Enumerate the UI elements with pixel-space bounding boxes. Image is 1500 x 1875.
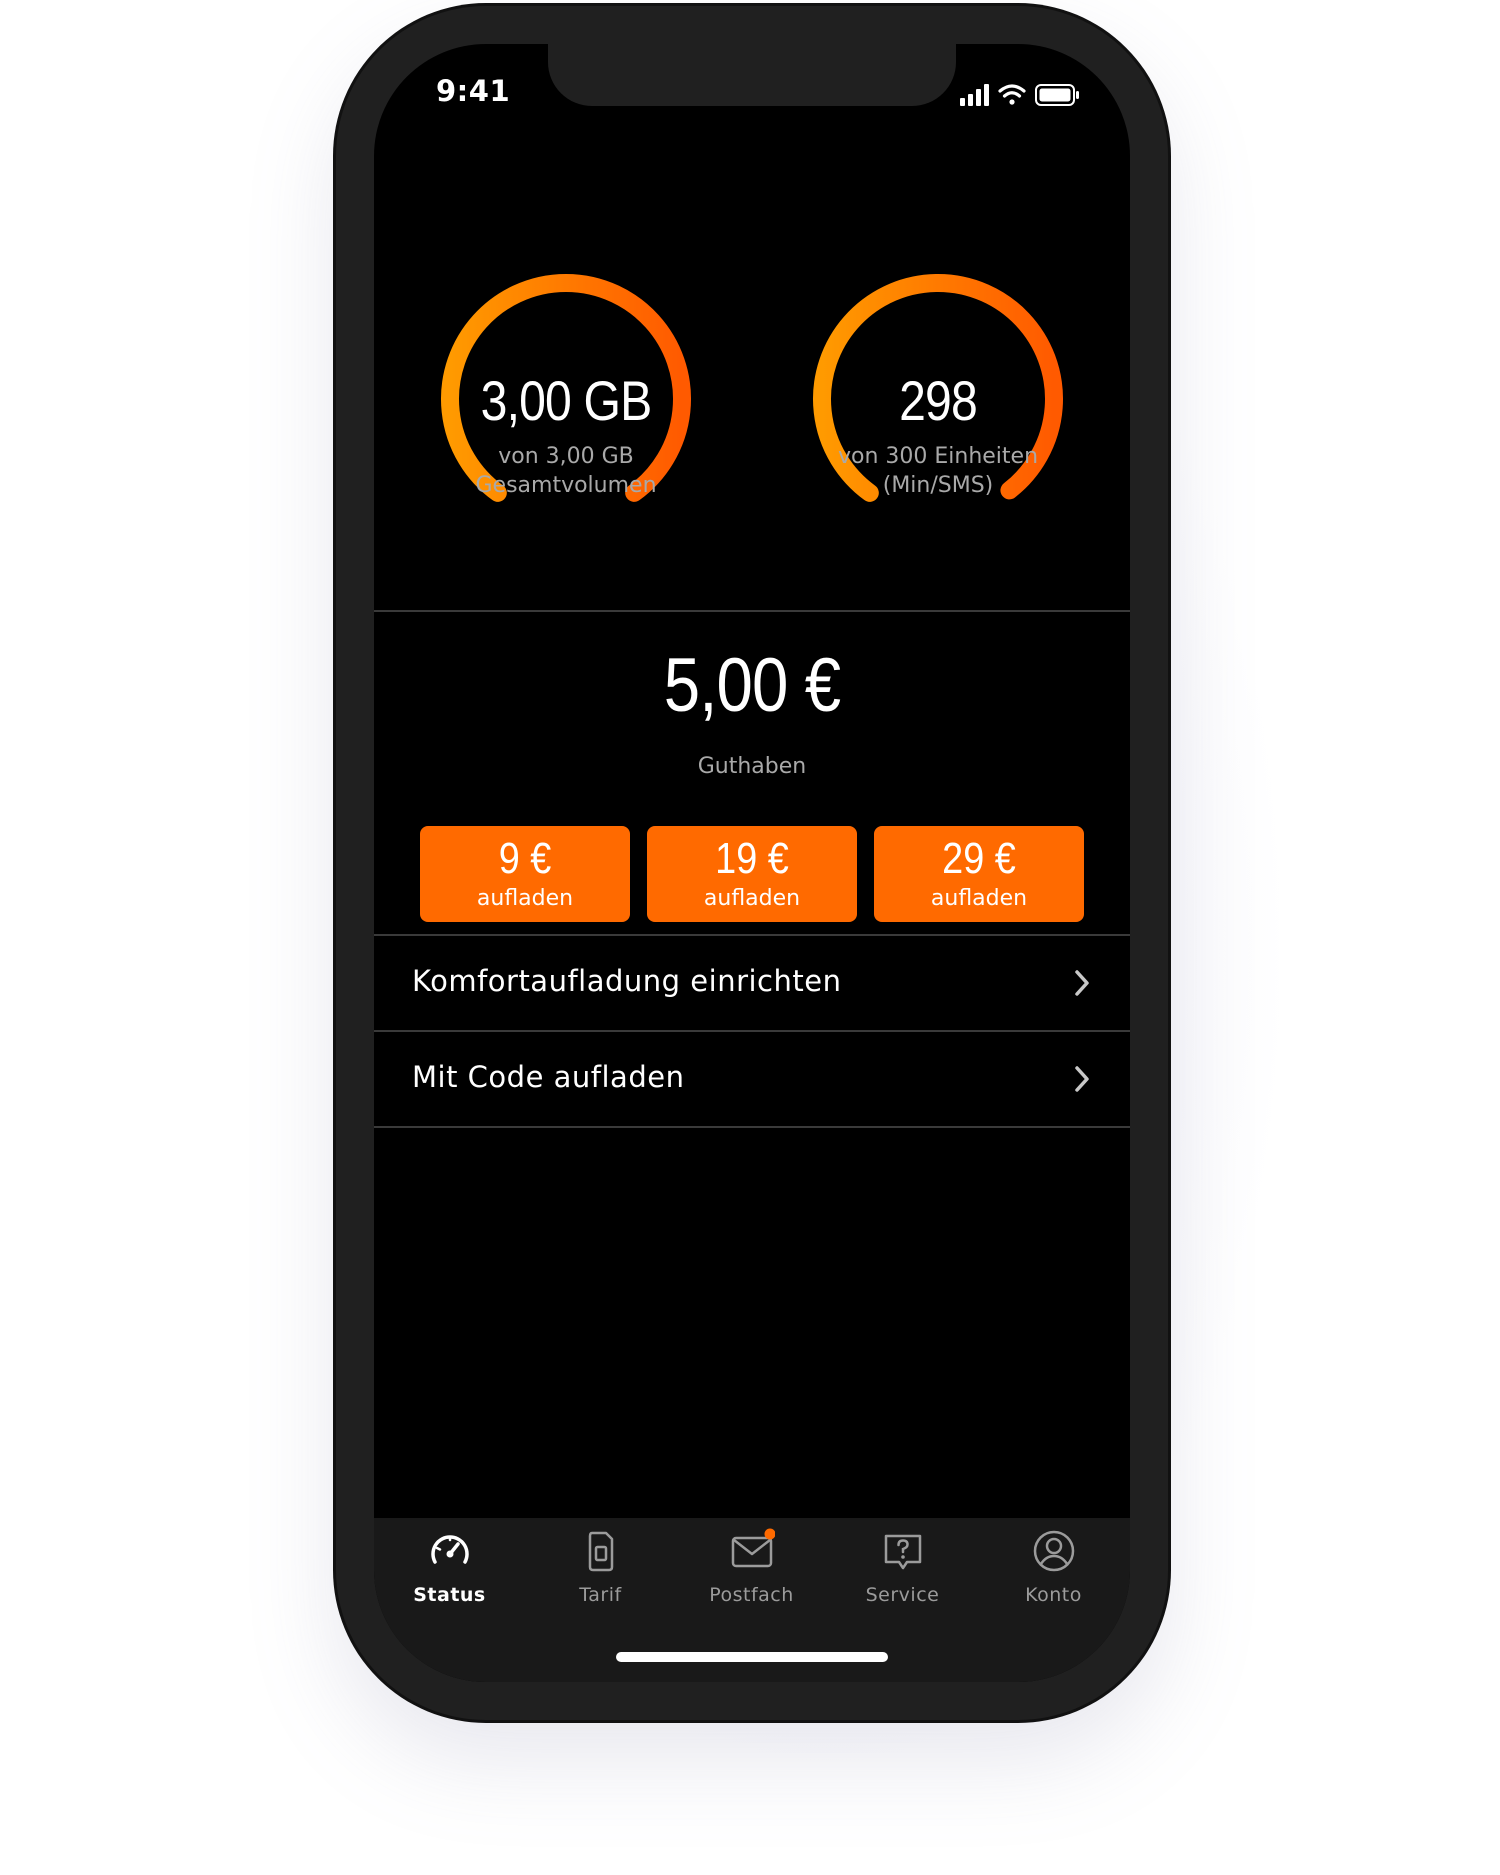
app-screen: 9:41 3,00 GB von 3,00 GB Gesamtvolumen 2… xyxy=(374,44,1130,1682)
topup-label: aufladen xyxy=(703,886,801,911)
gauge-subtitle-line: von 300 Einheiten xyxy=(837,444,1039,469)
phone-frame: 9:41 3,00 GB von 3,00 GB Gesamtvolumen 2… xyxy=(336,6,1168,1720)
help-bubble-icon xyxy=(884,1534,922,1570)
gauge-subtitle: von 300 Einheiten (Min/SMS) xyxy=(768,442,1108,500)
gauge-subtitle: von 3,00 GB Gesamtvolumen xyxy=(396,442,736,500)
mail-icon xyxy=(731,1528,775,1568)
list-item-label: Komfortaufladung einrichten xyxy=(412,964,842,998)
tab-label: Status xyxy=(413,1584,486,1606)
home-indicator[interactable] xyxy=(616,1652,888,1662)
balance-value: 5,00 € xyxy=(663,643,841,728)
tab-konto[interactable]: Konto xyxy=(978,1518,1129,1618)
tab-tarif[interactable]: Tarif xyxy=(525,1518,676,1618)
topup-label: aufladen xyxy=(930,886,1028,911)
speedometer-icon xyxy=(431,1535,469,1564)
chevron-right-icon xyxy=(1075,1066,1089,1092)
tab-label: Konto xyxy=(1025,1584,1082,1606)
cellular-signal-icon xyxy=(960,84,989,106)
sim-card-icon xyxy=(588,1531,614,1572)
minutes-sms-gauge: 298 von 300 Einheiten (Min/SMS) xyxy=(768,264,1108,564)
divider xyxy=(374,1126,1130,1128)
chevron-right-icon xyxy=(1075,970,1089,996)
list-item-label: Mit Code aufladen xyxy=(412,1060,685,1094)
status-time: 9:41 xyxy=(436,74,511,108)
tab-status[interactable]: Status xyxy=(374,1518,525,1618)
gauge-value: 298 xyxy=(899,369,978,432)
notch xyxy=(548,44,956,106)
gauge-subtitle-line: von 3,00 GB xyxy=(498,444,634,469)
topup-amount: 19 € xyxy=(715,834,789,883)
gauge-subtitle-line: Gesamtvolumen xyxy=(475,473,657,498)
list-item-code-aufladen[interactable]: Mit Code aufladen xyxy=(374,1032,1130,1126)
tab-label: Postfach xyxy=(709,1584,794,1606)
list-item-komfortaufladung[interactable]: Komfortaufladung einrichten xyxy=(374,936,1130,1030)
tab-service[interactable]: Service xyxy=(827,1518,978,1618)
notification-badge xyxy=(764,1528,775,1540)
topup-19-button[interactable]: 19 € aufladen xyxy=(647,826,857,922)
topup-label: aufladen xyxy=(476,886,574,911)
account-icon xyxy=(1033,1530,1075,1572)
gauge-subtitle-line: (Min/SMS) xyxy=(882,473,994,498)
gauge-value: 3,00 GB xyxy=(480,369,653,432)
wifi-icon xyxy=(998,84,1026,105)
battery-icon xyxy=(1035,84,1079,106)
tab-label: Tarif xyxy=(579,1584,622,1606)
tab-label: Service xyxy=(865,1584,940,1606)
data-volume-gauge: 3,00 GB von 3,00 GB Gesamtvolumen xyxy=(396,264,736,564)
divider xyxy=(374,610,1130,612)
balance-label: Guthaben xyxy=(697,754,807,779)
topup-9-button[interactable]: 9 € aufladen xyxy=(420,826,630,922)
topup-29-button[interactable]: 29 € aufladen xyxy=(874,826,1084,922)
topup-amount: 29 € xyxy=(942,834,1016,883)
tab-postfach[interactable]: Postfach xyxy=(676,1518,827,1618)
topup-amount: 9 € xyxy=(498,834,552,883)
status-icons xyxy=(960,80,1100,110)
